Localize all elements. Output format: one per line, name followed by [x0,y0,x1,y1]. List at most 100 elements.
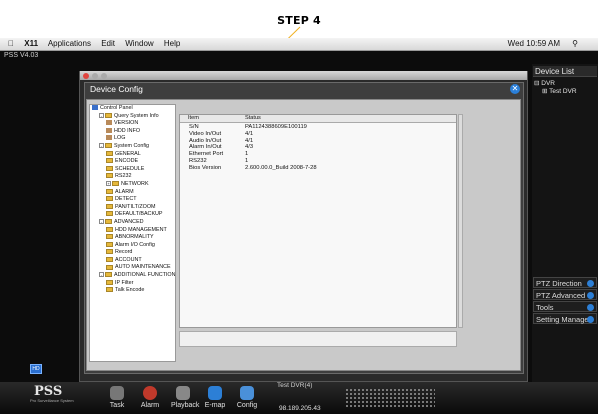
tree-item-label: ADVANCED [114,218,144,225]
tree-item[interactable]: SCHEDULE [90,166,175,174]
table-cell-status: 1 [245,157,249,164]
tree-item[interactable]: GENERAL [90,151,175,159]
folder-icon [106,173,113,179]
device-list-tree: ⊟ DVR ⊞ Test DVR [534,80,596,96]
menu-help[interactable]: Help [164,39,180,48]
table-row[interactable]: Ethernet Port 1 [189,151,389,158]
playback-button[interactable]: Playback [171,386,199,409]
tree-item[interactable]: DETECT [90,196,175,204]
app-menu[interactable]: X11 [24,39,38,48]
tree-item[interactable]: HDD INFO [90,128,175,136]
table-cell-item: Ethernet Port [189,151,224,158]
tree-item-label: SCHEDULE [115,165,145,172]
folder-icon [106,211,113,217]
window-zoom-icon[interactable] [101,73,107,79]
tree-item[interactable]: VERSION [90,120,175,128]
config-button[interactable]: Config [235,386,259,409]
tree-item[interactable]: Talk Encode [90,287,175,295]
apple-menu-icon[interactable]:  [8,39,14,48]
tree-item[interactable]: Control Panel [90,105,175,113]
collapse-icon[interactable]: - [99,272,104,278]
alarm-button[interactable]: Alarm [138,386,162,409]
tree-item[interactable]: DEFAULT/BACKUP [90,211,175,219]
column-header-status[interactable]: Status [245,115,261,122]
tree-item[interactable]: IP Filter [90,280,175,288]
device-list-header[interactable]: Device List [533,66,597,77]
table-row[interactable]: Video In/Out 4/1 [189,131,389,138]
tree-item[interactable]: + NETWORK [90,181,175,189]
table-row[interactable]: S/N PA1124388609E100119 [189,124,389,131]
window-minimize-icon[interactable] [92,73,98,79]
ip-label: 98.189.205.43 [279,405,321,412]
tree-item-label: DETECT [115,196,137,203]
tree-item-label: IP Filter [115,279,134,286]
tree-item[interactable]: Alarm I/O Config [90,242,175,250]
window-titlebar[interactable] [80,71,527,80]
tree-item[interactable]: ALARM [90,189,175,197]
tree-item-label: ADDITIONAL FUNCTION [114,272,176,279]
table-row[interactable]: RS232 1 [189,158,389,165]
menubar-clock[interactable]: Wed 10:59 AM [508,38,560,50]
menu-window[interactable]: Window [125,39,153,48]
tree-item[interactable]: ENCODE [90,158,175,166]
tree-item-label: ACCOUNT [115,256,142,263]
expand-icon[interactable]: + [106,181,111,187]
folder-icon [105,272,112,278]
tree-item[interactable]: Record [90,249,175,257]
tree-item[interactable]: - System Config [90,143,175,151]
tree-item[interactable]: RS232 [90,173,175,181]
column-header-item[interactable]: Item [188,115,199,122]
task-button[interactable]: Task [105,386,129,409]
menu-edit[interactable]: Edit [101,39,115,48]
device-label: Test DVR(4) [277,382,313,389]
table-cell-item: Audio In/Out [189,137,222,144]
spotlight-icon[interactable]: ⚲ [572,38,578,50]
device-tree-item[interactable]: ⊞ Test DVR [534,88,596,96]
hd-icon[interactable]: HD [30,364,42,374]
table-cell-status: PA1124388609E100119 [245,124,307,130]
tree-item-label: NETWORK [121,180,149,187]
tree-item[interactable]: - Query System Info [90,113,175,121]
emap-button[interactable]: E-map [203,386,227,409]
tree-item[interactable]: - ADVANCED [90,219,175,227]
tree-item[interactable]: ABNORMALITY [90,234,175,242]
folder-icon [106,234,113,240]
expand-icon [587,316,594,323]
tree-item-label: HDD INFO [114,127,141,134]
document-icon [106,127,112,133]
tree-item-label: VERSION [114,120,139,127]
dialog-close-icon[interactable]: ✕ [510,84,520,94]
table-row[interactable]: Bios Version 2.600.00.0_Build 2008-7-28 [189,165,389,172]
table-scrollbar[interactable] [458,114,463,328]
ptz-advanced-button[interactable]: PTZ Advanced [533,289,597,300]
dialog-title: Device Config [90,84,143,94]
device-tree-root[interactable]: ⊟ DVR [534,80,596,88]
tree-item-label: Record [115,249,133,256]
tree-item[interactable]: PAN/TILT/ZOOM [90,204,175,212]
tree-item-label: ENCODE [115,158,139,165]
collapse-icon[interactable]: - [99,143,104,149]
tree-item[interactable]: LOG [90,135,175,143]
document-icon [106,135,112,141]
window-close-icon[interactable] [83,73,89,79]
collapse-icon[interactable]: - [99,112,104,118]
pss-subtitle: Pro Surveillance System [30,398,74,403]
tools-button[interactable]: Tools [533,301,597,312]
tree-item[interactable]: ACCOUNT [90,257,175,265]
tree-item[interactable]: HDD MANAGEMENT [90,227,175,235]
tree-item[interactable]: - ADDITIONAL FUNCTION [90,272,175,280]
step-annotation-label: STEP 4 [277,14,321,27]
table-row[interactable]: Audio In/Out 4/1 [189,138,389,145]
collapse-icon[interactable]: - [99,218,104,224]
tree-item[interactable]: AUTO MAINTENANCE [90,264,175,272]
expand-icon [587,304,594,311]
setting-manage-button[interactable]: Setting Manage [533,313,597,324]
config-icon [240,386,254,400]
ptz-direction-button[interactable]: PTZ Direction [533,277,597,288]
table-cell-item: Bios Version [189,164,222,171]
table-row[interactable]: Alarm In/Out 4/3 [189,144,389,151]
table-header: Item Status [180,115,456,123]
menu-applications[interactable]: Applications [48,39,91,48]
folder-icon [106,188,113,194]
task-icon [110,386,124,400]
